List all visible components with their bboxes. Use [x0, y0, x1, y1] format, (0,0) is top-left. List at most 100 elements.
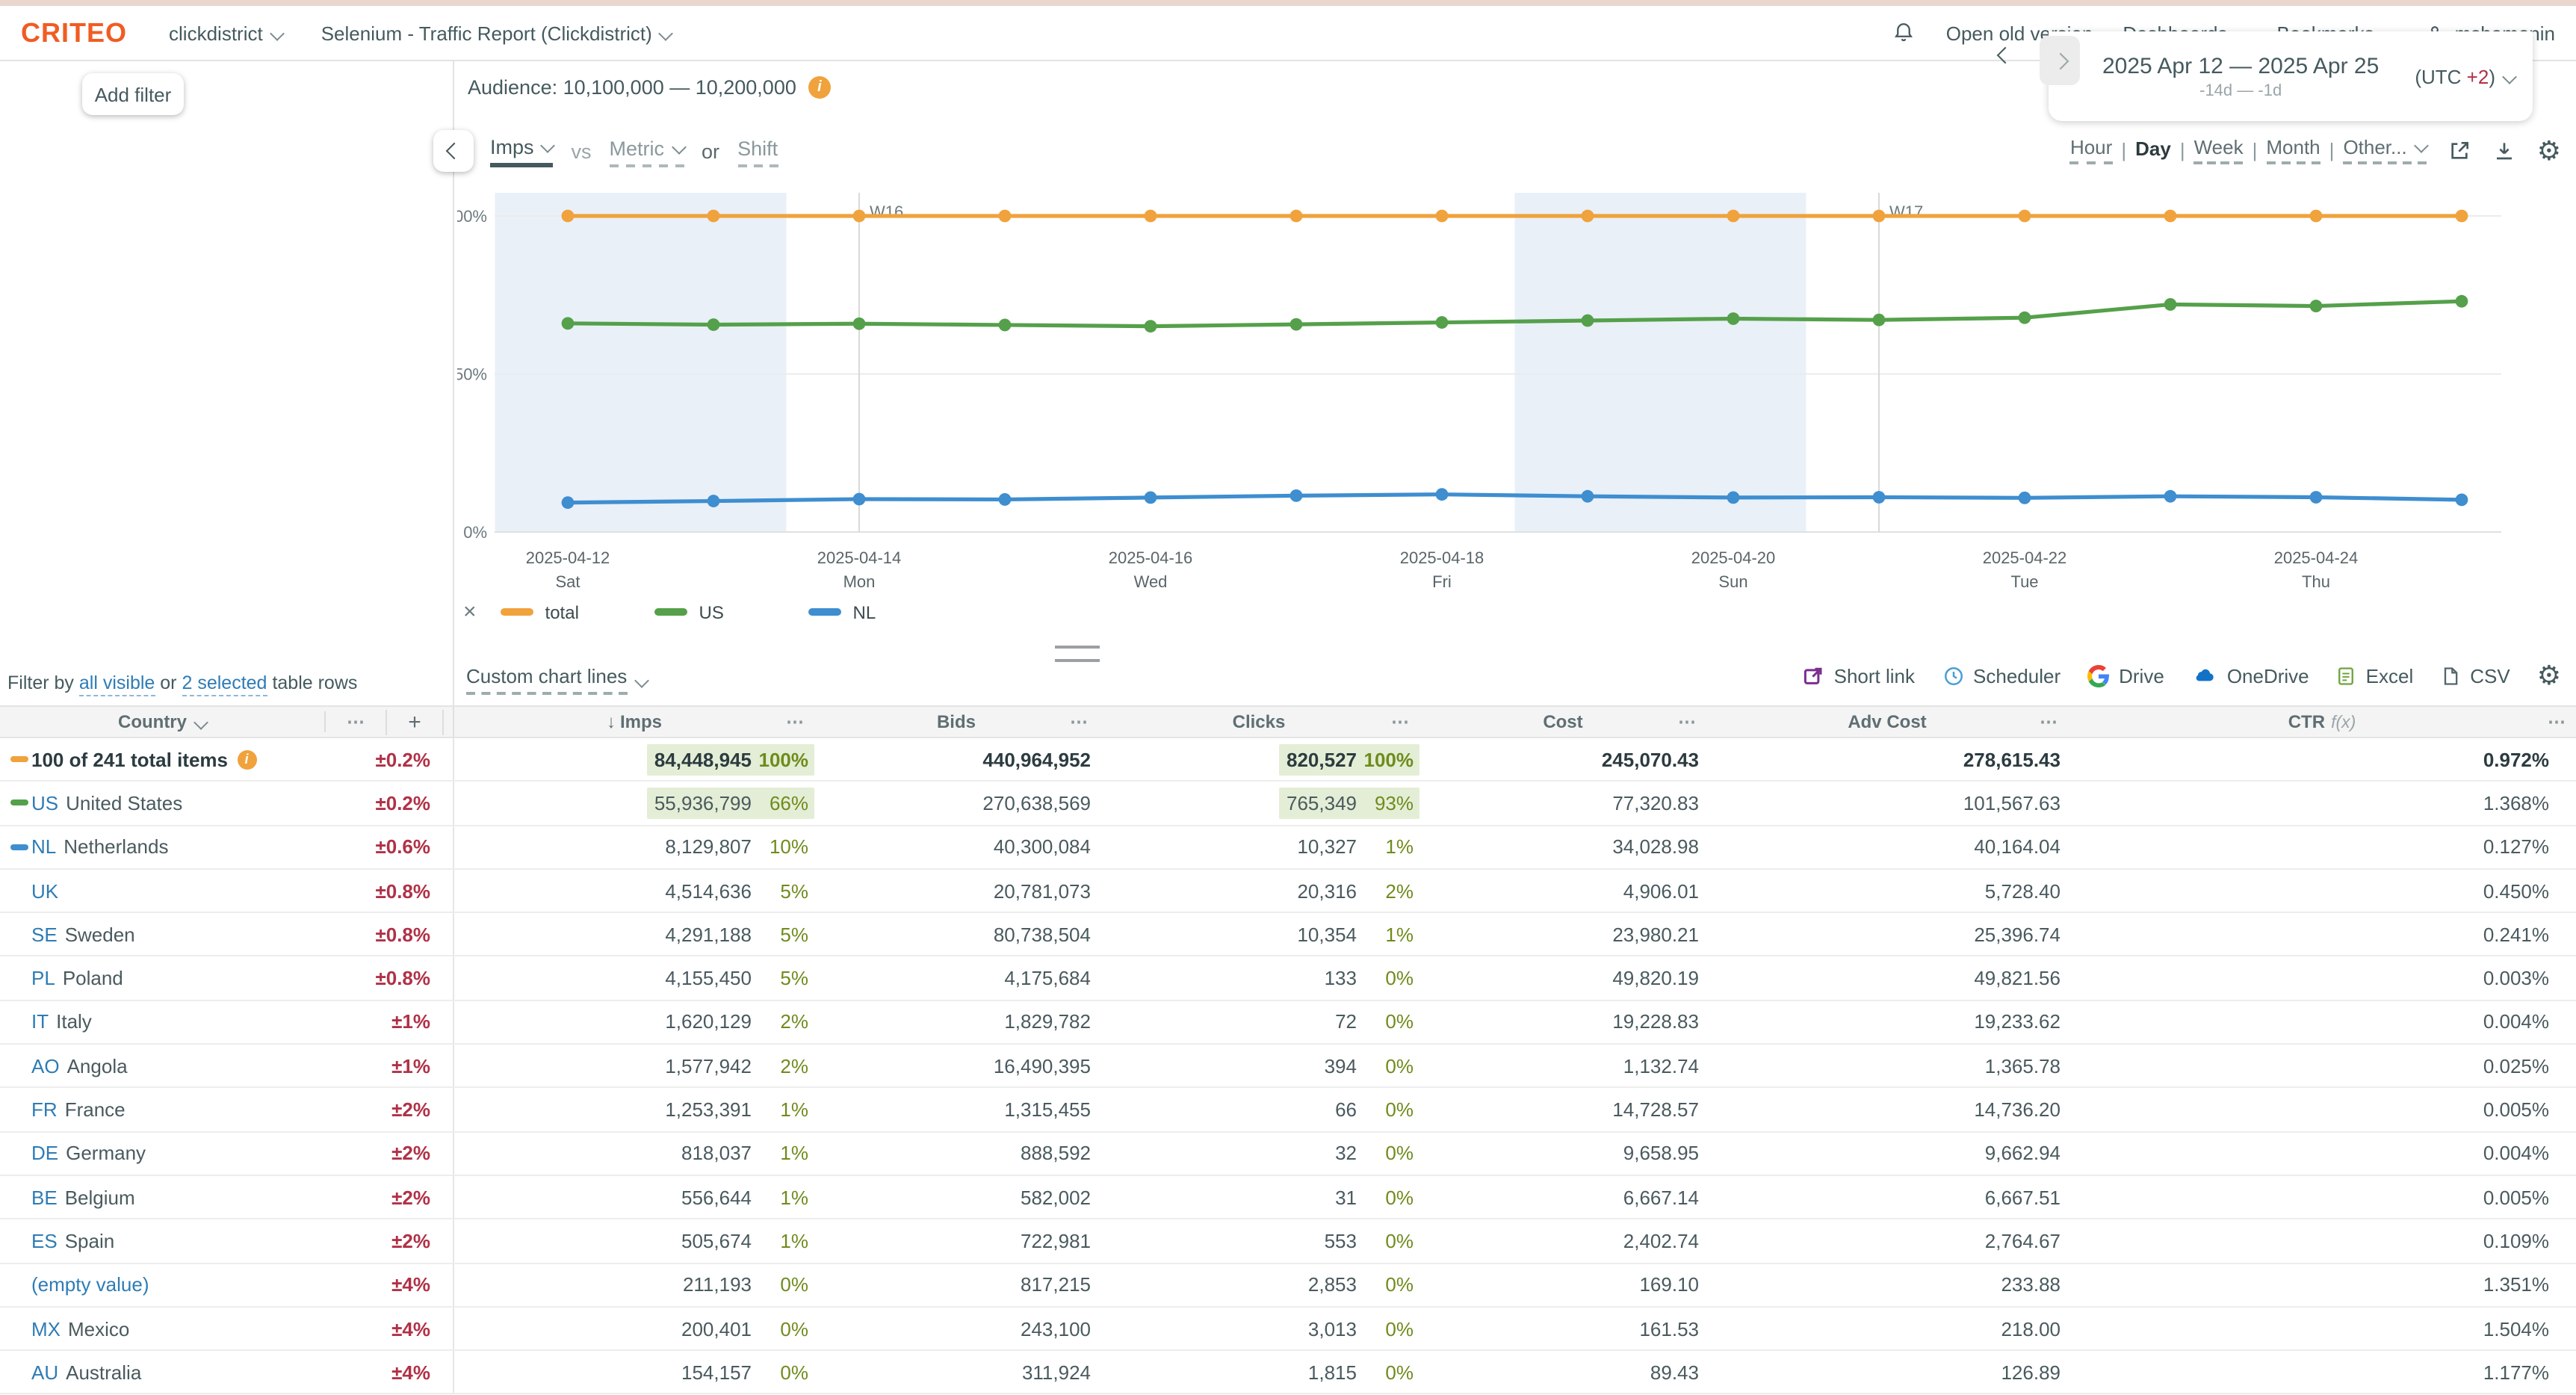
share-percent: 2% [752, 1054, 814, 1077]
column-header-bids[interactable]: Bids ⋯ [814, 707, 1098, 737]
ctr-cell: 0.127% [2068, 826, 2576, 868]
granularity-hour[interactable]: Hour [2070, 136, 2112, 164]
filter-selected-link[interactable]: 2 selected [182, 672, 267, 696]
column-header-adv-cost[interactable]: Adv Cost ⋯ [1706, 707, 2068, 737]
share-percent: 1% [752, 1186, 814, 1208]
country-code[interactable]: UK [31, 879, 58, 902]
granularity-other[interactable]: Other... [2343, 136, 2426, 164]
table-row[interactable]: AOAngola±1%1,577,9422%16,490,3953940%1,1… [0, 1045, 2576, 1089]
table-row[interactable]: (empty value)±4%211,1930%817,2152,8530%1… [0, 1263, 2576, 1308]
column-menu-icon[interactable]: ⋯ [2040, 711, 2058, 732]
legend-item-NL[interactable]: NL [808, 601, 962, 622]
add-column-button[interactable]: + [386, 709, 444, 734]
collapse-chart-button[interactable] [433, 130, 474, 172]
chevron-down-icon [671, 139, 686, 154]
granularity-day[interactable]: Day [2135, 137, 2171, 163]
column-header-cost[interactable]: Cost ⋯ [1419, 707, 1706, 737]
cost-cell: 161.53 [1419, 1308, 1706, 1350]
value: 31 [1335, 1186, 1357, 1208]
country-code[interactable]: SE [31, 924, 58, 946]
country-code[interactable]: DE [31, 1142, 58, 1165]
country-code[interactable]: ES [31, 1230, 58, 1252]
shift-select[interactable]: Shift [737, 137, 778, 167]
share-percent: 0% [1357, 1230, 1419, 1252]
cost-cell: 1,132.74 [1419, 1045, 1706, 1087]
country-code[interactable]: AO [31, 1054, 60, 1077]
column-menu-icon[interactable]: ⋯ [786, 711, 804, 732]
column-menu-icon[interactable]: ⋯ [324, 711, 386, 732]
onedrive-action[interactable]: OneDrive [2191, 664, 2309, 687]
column-menu-icon[interactable]: ⋯ [2548, 711, 2566, 732]
legend-item-US[interactable]: US [654, 601, 808, 622]
resize-handle[interactable] [1055, 646, 1100, 662]
custom-chart-lines[interactable]: Custom chart lines [466, 665, 646, 695]
table-row[interactable]: SESweden±0.8%4,291,1885%80,738,50410,354… [0, 913, 2576, 957]
table-row[interactable]: ESSpain±2%505,6741%722,9815530%2,402.742… [0, 1220, 2576, 1264]
column-menu-icon[interactable]: ⋯ [1678, 711, 1696, 732]
metric-bar: Imps vs Metric or Shift [490, 136, 778, 167]
table-row[interactable]: DEGermany±2%818,0371%888,592320%9,658.95… [0, 1132, 2576, 1176]
date-prev-button[interactable] [1990, 45, 2020, 75]
granularity-month[interactable]: Month [2266, 136, 2320, 164]
short-link-action[interactable]: Short link [1803, 664, 1915, 687]
table-row[interactable]: BEBelgium±2%556,6441%582,002310%6,667.14… [0, 1176, 2576, 1220]
column-header-clicks[interactable]: Clicks ⋯ [1098, 707, 1419, 737]
open-in-new-icon[interactable] [2447, 138, 2471, 162]
column-header-ctr[interactable]: CTRf(x) ⋯ [2068, 707, 2576, 737]
chart-settings-gear-icon[interactable]: ⚙ [2537, 137, 2561, 164]
report-title-menu[interactable]: Selenium - Traffic Report (Clickdistrict… [321, 22, 672, 44]
compare-metric-select[interactable]: Metric [610, 137, 684, 167]
share-percent: 5% [752, 879, 814, 902]
value: 66 [1335, 1098, 1357, 1121]
country-code[interactable]: BE [31, 1186, 58, 1208]
chart-area[interactable]: 100%50%0%W16W172025-04-12Sat2025-04-14Mo… [457, 181, 2558, 604]
date-next-button[interactable] [2040, 36, 2080, 85]
download-icon[interactable] [2492, 138, 2516, 162]
table-row[interactable]: MXMexico±4%200,4010%243,1003,0130%161.53… [0, 1308, 2576, 1352]
column-menu-icon[interactable]: ⋯ [1391, 711, 1409, 732]
column-header-imps[interactable]: ↓Imps ⋯ [454, 707, 814, 737]
table-row[interactable]: 100 of 241 total itemsi±0.2%84,448,94510… [0, 738, 2576, 782]
country-code[interactable]: US [31, 792, 58, 814]
granularity-week[interactable]: Week [2194, 136, 2244, 164]
csv-action[interactable]: CSV [2440, 664, 2510, 687]
excel-action[interactable]: Excel [2336, 664, 2414, 687]
legend-swatch [654, 608, 687, 616]
bell-icon[interactable] [1892, 21, 1916, 45]
table-row[interactable]: UK±0.8%4,514,6365%20,781,07320,3162%4,90… [0, 870, 2576, 914]
country-cell: UK±0.8% [0, 870, 454, 912]
country-sort[interactable]: Country [0, 711, 324, 732]
legend-close-icon[interactable]: × [463, 599, 477, 625]
legend-item-total[interactable]: total [501, 601, 654, 622]
info-icon[interactable]: i [808, 76, 831, 99]
info-icon[interactable]: i [237, 749, 256, 769]
country-name[interactable]: (empty value) [31, 1273, 149, 1296]
metric-selected[interactable]: Imps [490, 136, 554, 167]
country-code[interactable]: MX [31, 1317, 61, 1340]
country-name: Mexico [68, 1317, 129, 1340]
table-row[interactable]: ITItaly±1%1,620,1292%1,829,782720%19,228… [0, 1001, 2576, 1045]
table-row[interactable]: AUAustralia±4%154,1570%311,9241,8150%89.… [0, 1351, 2576, 1395]
table-row[interactable]: FRFrance±2%1,253,3911%1,315,455660%14,72… [0, 1089, 2576, 1133]
country-code[interactable]: PL [31, 967, 55, 989]
table-settings-gear-icon[interactable]: ⚙ [2537, 662, 2561, 689]
country-code[interactable]: FR [31, 1098, 58, 1121]
country-code[interactable]: AU [31, 1361, 58, 1384]
filter-all-visible-link[interactable]: all visible [79, 672, 155, 696]
table-row[interactable]: USUnited States±0.2%55,936,79966%270,638… [0, 782, 2576, 826]
add-filter-button[interactable]: Add filter [82, 73, 184, 115]
account-switcher[interactable]: clickdistrict [169, 22, 282, 44]
value: 20,316 [1297, 879, 1357, 902]
country-cell: NLNetherlands±0.6% [0, 826, 454, 868]
bids-cell: 582,002 [814, 1176, 1098, 1219]
column-menu-icon[interactable]: ⋯ [1070, 711, 1088, 732]
date-range-picker[interactable]: 2025 Apr 12 — 2025 Apr 25 -14d — -1d (UT… [2049, 31, 2533, 121]
table-row[interactable]: NLNetherlands±0.6%8,129,80710%40,300,084… [0, 826, 2576, 870]
share-percent: 0% [1357, 967, 1419, 989]
table-row[interactable]: PLPoland±0.8%4,155,4505%4,175,6841330%49… [0, 957, 2576, 1001]
country-code[interactable]: NL [31, 835, 56, 858]
google-drive-action[interactable]: Drive [2087, 664, 2164, 687]
adv-cost-cell: 278,615.43 [1706, 738, 2068, 781]
country-code[interactable]: IT [31, 1011, 49, 1033]
scheduler-action[interactable]: Scheduler [1942, 664, 2061, 687]
